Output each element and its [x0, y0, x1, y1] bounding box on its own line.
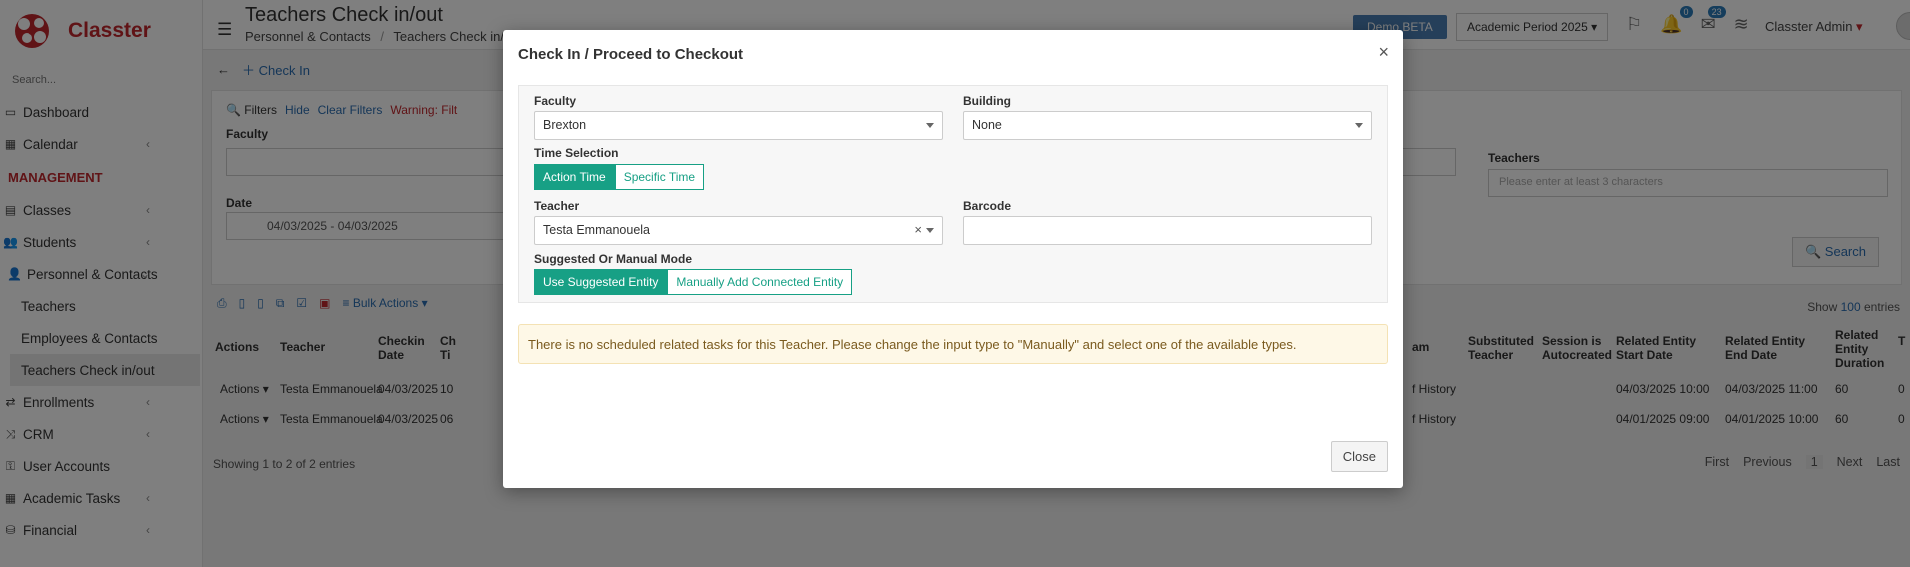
faculty-select[interactable]: Brexton [534, 111, 943, 140]
building-select[interactable]: None [963, 111, 1372, 140]
mode-toggle: Use Suggested Entity Manually Add Connec… [534, 269, 853, 295]
building-value: None [972, 118, 1002, 132]
teacher-select[interactable]: Testa Emmanouela × [534, 216, 943, 245]
faculty-value: Brexton [543, 118, 587, 132]
checkin-form: Faculty Brexton Building None Time Selec… [518, 85, 1388, 303]
time-selection-label: Time Selection [534, 146, 619, 160]
action-time-button[interactable]: Action Time [534, 164, 615, 190]
caret-down-icon [1355, 123, 1363, 128]
mode-label: Suggested Or Manual Mode [534, 252, 693, 266]
caret-down-icon [926, 123, 934, 128]
manually-add-entity-button[interactable]: Manually Add Connected Entity [667, 269, 853, 295]
specific-time-button[interactable]: Specific Time [614, 164, 705, 190]
building-label: Building [963, 94, 1011, 108]
teacher-value: Testa Emmanouela [543, 223, 651, 237]
use-suggested-entity-button[interactable]: Use Suggested Entity [534, 269, 668, 295]
barcode-input[interactable] [963, 216, 1372, 245]
close-icon[interactable]: × [1378, 42, 1389, 63]
modal-title: Check In / Proceed to Checkout [518, 46, 744, 63]
time-selection-toggle: Action Time Specific Time [534, 164, 705, 190]
checkin-modal: Check In / Proceed to Checkout × Faculty… [503, 30, 1403, 488]
barcode-label: Barcode [963, 199, 1012, 213]
teacher-label: Teacher [534, 199, 580, 213]
faculty-label: Faculty [534, 94, 577, 108]
no-tasks-alert: There is no scheduled related tasks for … [518, 324, 1388, 364]
clear-selection-icon[interactable]: × [914, 222, 922, 237]
close-button[interactable]: Close [1330, 441, 1388, 472]
caret-down-icon [926, 228, 934, 233]
